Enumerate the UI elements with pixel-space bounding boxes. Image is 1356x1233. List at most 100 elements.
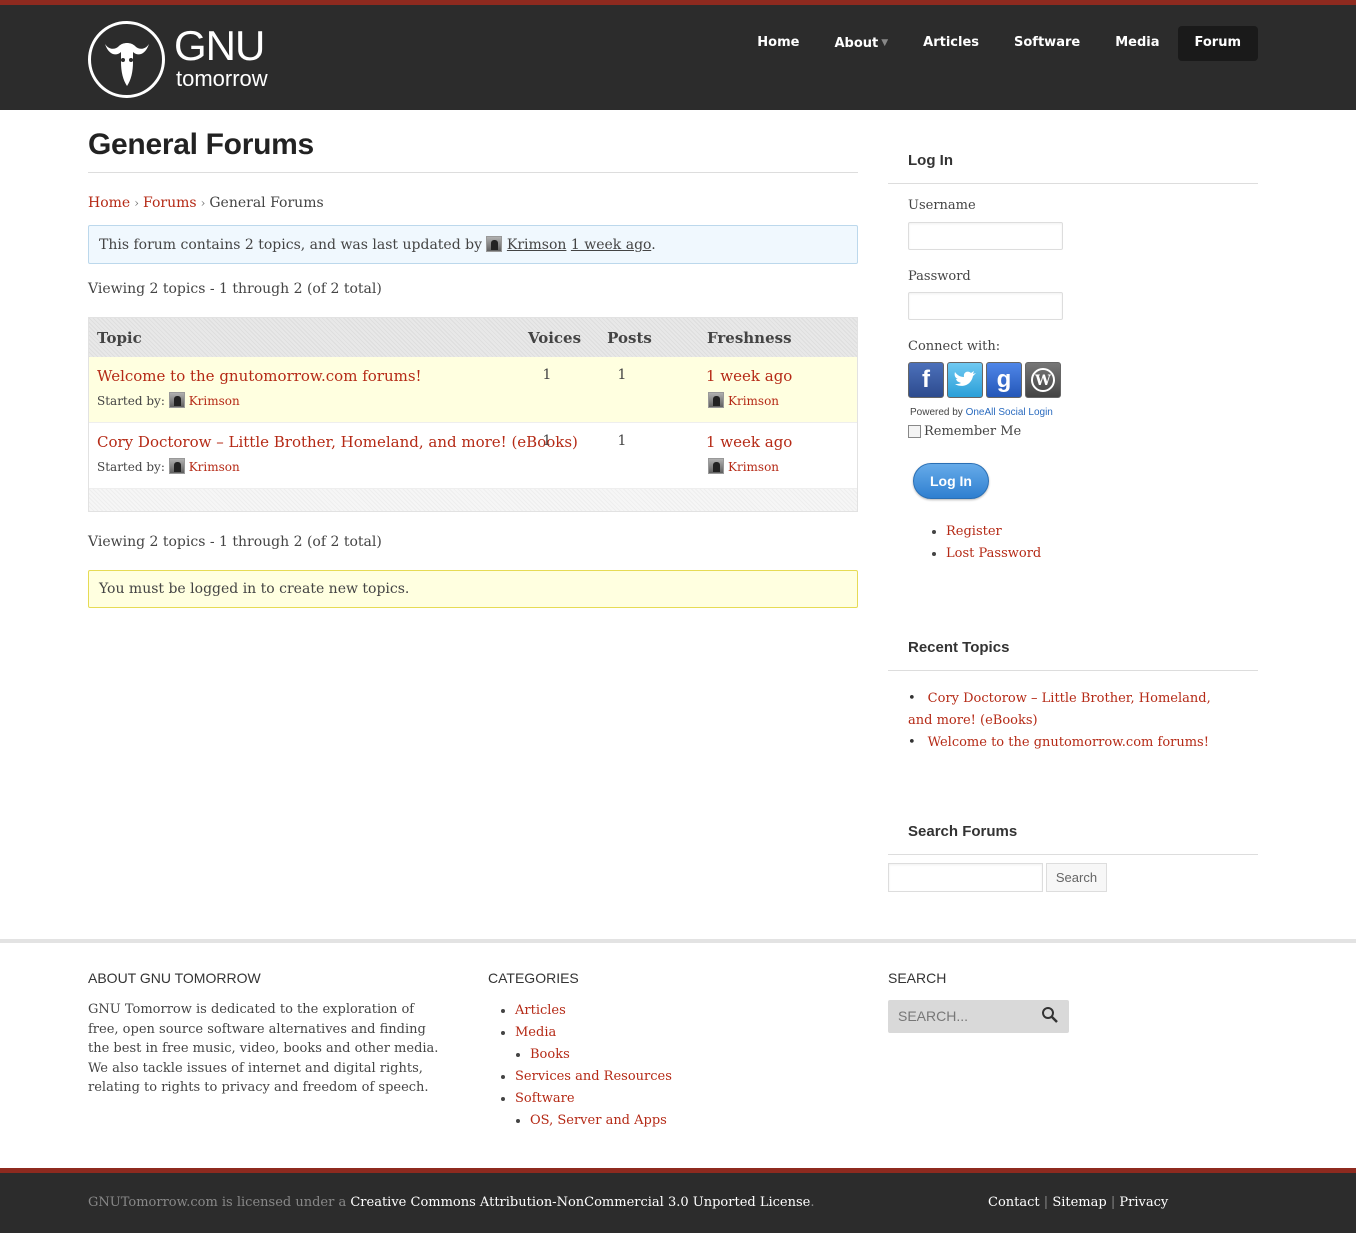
nav-articles-label: Articles xyxy=(923,35,980,50)
last-poster-link[interactable]: Krimson xyxy=(728,394,779,408)
sitemap-link[interactable]: Sitemap xyxy=(1052,1195,1106,1210)
logo-subtitle: tomorrow xyxy=(176,66,268,91)
wordpress-icon[interactable]: W xyxy=(1025,362,1061,398)
google-icon[interactable]: g xyxy=(986,362,1022,398)
nav-media[interactable]: Media xyxy=(1098,26,1176,61)
category-media[interactable]: Media xyxy=(515,1025,556,1040)
license-notice: GNUTomorrow.com is licensed under a Crea… xyxy=(88,1195,814,1210)
login-button[interactable]: Log In xyxy=(913,463,989,499)
topic-freshness-link[interactable]: 1 week ago xyxy=(706,433,792,451)
topic-posts: 1 xyxy=(617,367,627,383)
breadcrumb-home[interactable]: Home xyxy=(88,195,130,211)
contact-link[interactable]: Contact xyxy=(988,1195,1040,1210)
category-books[interactable]: Books xyxy=(530,1047,570,1062)
started-by-label: Started by: xyxy=(97,460,165,474)
topic-freshness-link[interactable]: 1 week ago xyxy=(706,367,792,385)
pagination-count-top: Viewing 2 topics - 1 through 2 (of 2 tot… xyxy=(88,281,382,297)
lost-password-link[interactable]: Lost Password xyxy=(946,546,1041,561)
categories-title: CATEGORIES xyxy=(488,970,579,986)
list-item: Software OS, Server and Apps xyxy=(515,1088,672,1132)
nav-articles[interactable]: Articles xyxy=(906,26,996,61)
logo-title: GNU xyxy=(174,22,265,69)
forum-info-text: This forum contains 2 topics, and was la… xyxy=(99,237,482,253)
last-updated-user-link[interactable]: Krimson xyxy=(507,237,567,253)
last-poster-link[interactable]: Krimson xyxy=(728,460,779,474)
topic-author-link[interactable]: Krimson xyxy=(189,394,240,408)
topic-title-link[interactable]: Welcome to the gnutomorrow.com forums! xyxy=(97,367,422,385)
avatar xyxy=(708,458,724,474)
facebook-icon[interactable]: f xyxy=(908,362,944,398)
site-footer: GNUTomorrow.com is licensed under a Crea… xyxy=(0,1173,1356,1233)
list-item: Welcome to the gnutomorrow.com forums! xyxy=(908,732,1228,754)
breadcrumb-forums[interactable]: Forums xyxy=(143,195,197,211)
categories-list: Articles Media Books Services and Resour… xyxy=(515,1000,672,1132)
topic-last-poster: Krimson xyxy=(708,458,779,474)
nav-about[interactable]: About ▼ xyxy=(817,26,905,61)
footer-links: Contact | Sitemap | Privacy xyxy=(988,1195,1168,1210)
category-software[interactable]: Software xyxy=(515,1091,575,1106)
header-voices: Voices xyxy=(527,328,582,347)
topic-voices: 1 xyxy=(542,433,552,449)
powered-by-prefix: Powered by xyxy=(910,407,963,418)
nav-home[interactable]: Home xyxy=(740,26,816,61)
list-item: Register xyxy=(946,521,1041,543)
topics-table: Topic Voices Posts Freshness Welcome to … xyxy=(88,317,858,512)
list-item: Media Books xyxy=(515,1022,672,1066)
list-item: Books xyxy=(530,1044,672,1066)
header-posts: Posts xyxy=(607,328,652,347)
register-link[interactable]: Register xyxy=(946,524,1002,539)
recent-topic-link[interactable]: Cory Doctorow – Little Brother, Homeland… xyxy=(908,691,1211,728)
topic-last-poster: Krimson xyxy=(708,392,779,408)
forum-search-input[interactable] xyxy=(888,863,1043,892)
forum-search-button[interactable]: Search xyxy=(1046,863,1107,892)
subcategory-list: Books xyxy=(530,1044,672,1066)
topic-author-link[interactable]: Krimson xyxy=(189,460,240,474)
nav-forum[interactable]: Forum xyxy=(1177,26,1258,61)
recent-topics-list: Cory Doctorow – Little Brother, Homeland… xyxy=(908,688,1228,754)
widget-divider xyxy=(888,854,1258,855)
nav-forum-label: Forum xyxy=(1194,35,1242,50)
breadcrumb-current: General Forums xyxy=(209,195,324,211)
privacy-link[interactable]: Privacy xyxy=(1119,1195,1168,1210)
pagination-count-bottom: Viewing 2 topics - 1 through 2 (of 2 tot… xyxy=(88,534,382,550)
footer-search-placeholder: SEARCH... xyxy=(898,1008,969,1024)
twitter-icon[interactable] xyxy=(947,362,983,398)
password-field[interactable] xyxy=(908,292,1063,320)
title-divider xyxy=(88,172,858,173)
recent-topic-link[interactable]: Welcome to the gnutomorrow.com forums! xyxy=(928,735,1209,750)
category-services[interactable]: Services and Resources xyxy=(515,1069,672,1084)
remember-me-checkbox[interactable] xyxy=(908,425,921,438)
avatar xyxy=(486,236,503,252)
footer-search-title: SEARCH xyxy=(888,970,947,986)
topics-table-header: Topic Voices Posts Freshness xyxy=(89,318,857,357)
category-os[interactable]: OS, Server and Apps xyxy=(530,1113,667,1128)
footer-search-input[interactable]: SEARCH... xyxy=(888,1000,1069,1033)
nav-media-label: Media xyxy=(1115,35,1160,50)
nav-software[interactable]: Software xyxy=(997,26,1097,61)
connect-with-label: Connect with: xyxy=(908,339,1001,354)
username-field[interactable] xyxy=(908,222,1063,250)
topic-started-by: Started by: Krimson xyxy=(97,392,240,408)
site-logo[interactable]: GNU tomorrow xyxy=(88,21,288,99)
category-articles[interactable]: Articles xyxy=(515,1003,566,1018)
topic-started-by: Started by: Krimson xyxy=(97,458,240,474)
license-link[interactable]: Creative Commons Attribution-NonCommerci… xyxy=(350,1195,810,1210)
breadcrumb-separator-icon: › xyxy=(200,196,206,210)
nav-about-label: About xyxy=(834,36,879,51)
header-topic: Topic xyxy=(97,328,142,347)
list-item: Articles xyxy=(515,1000,672,1022)
breadcrumb-separator-icon: › xyxy=(134,196,140,210)
gnu-head-icon xyxy=(88,21,165,98)
list-item: Lost Password xyxy=(946,543,1041,565)
last-updated-time-link[interactable]: 1 week ago xyxy=(571,237,651,253)
search-icon[interactable] xyxy=(1041,1006,1059,1028)
oneall-link[interactable]: OneAll Social Login xyxy=(966,407,1053,418)
widget-divider xyxy=(888,183,1258,184)
footer-link-separator: | xyxy=(1110,1195,1116,1210)
topic-voices: 1 xyxy=(542,367,552,383)
list-item: OS, Server and Apps xyxy=(530,1110,672,1132)
topic-title-link[interactable]: Cory Doctorow – Little Brother, Homeland… xyxy=(97,433,578,451)
recent-topics-title: Recent Topics xyxy=(908,639,1010,656)
svg-text:W: W xyxy=(1034,373,1051,389)
password-label: Password xyxy=(908,269,971,284)
